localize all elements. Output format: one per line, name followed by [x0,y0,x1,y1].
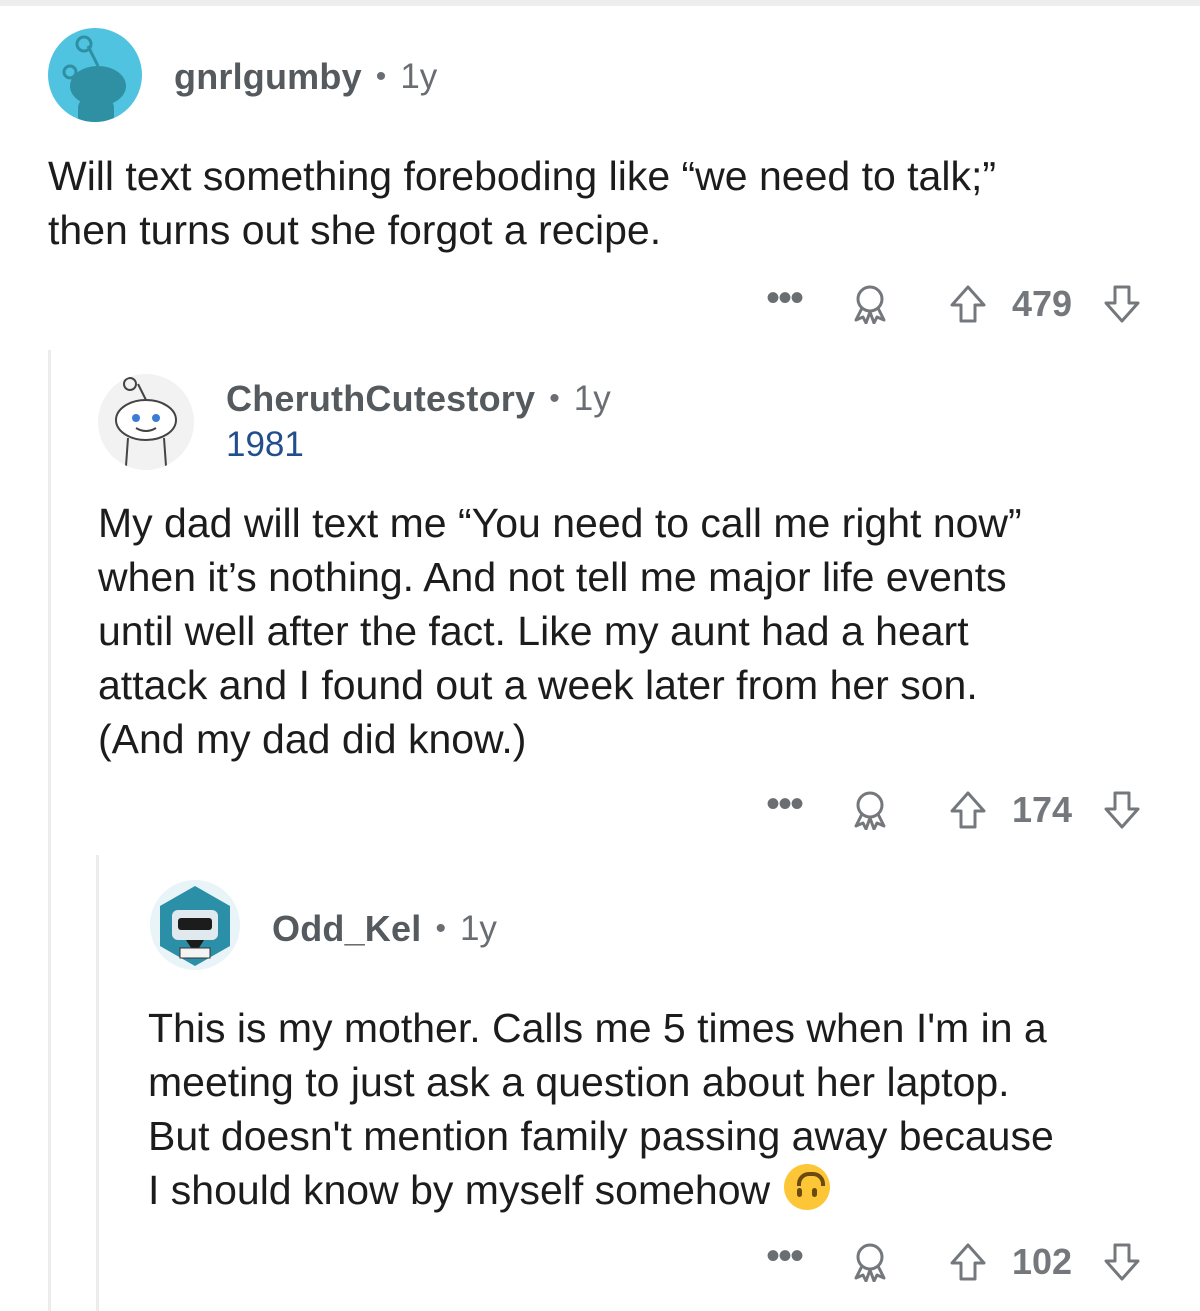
comment-body-line: I should know by myself somehow [148,1163,1054,1217]
comment-age: 1y [573,379,611,418]
vote-score: 174 [1011,789,1073,830]
user-flair: 1981 [226,425,304,464]
comment-body-line: My dad will text me “You need to call me… [98,500,1022,546]
comment-body-line: meeting to just ask a question about her… [148,1059,1010,1105]
comment-age: 1y [400,57,438,96]
comment-age: 1y [459,909,497,948]
username[interactable]: Odd_Kel [272,908,421,950]
separator-dot: • [375,60,387,93]
more-options-icon[interactable]: ••• [754,274,814,322]
award-icon[interactable] [846,280,894,328]
comment-body: My dad will text me “You need to call me… [98,496,1022,766]
comment-body-line: attack and I found out a week later from… [98,662,978,708]
comment-body-line: Will text something foreboding like “we … [48,153,997,199]
upside-down-face-emoji [784,1164,831,1210]
downvote-arrow-icon[interactable] [1100,786,1144,834]
comment-body: This is my mother. Calls me 5 times when… [148,1001,1054,1217]
username[interactable]: CheruthCutestory [226,378,535,420]
downvote-arrow-icon[interactable] [1100,280,1144,328]
snoo-avatar-icon [115,377,177,467]
avatar[interactable] [98,374,194,470]
comment-body-line: when it’s nothing. And not tell me major… [98,554,1007,600]
upvote-arrow-icon[interactable] [946,786,990,834]
comment-body-line: until well after the fact. Like my aunt … [98,608,969,654]
downvote-arrow-icon[interactable] [1100,1238,1144,1286]
snoo-avatar-icon [62,35,126,122]
comment-body: Will text something foreboding like “we … [48,149,996,257]
comment-body-line: This is my mother. Calls me 5 times when… [148,1005,1047,1051]
vote-score: 102 [1011,1241,1073,1282]
avatar[interactable] [150,880,240,970]
more-options-icon[interactable]: ••• [754,1232,814,1280]
comment-cheruthcutestory: CheruthCutestory • 1y 1981 My dad will t… [0,340,1200,840]
upvote-arrow-icon[interactable] [946,1238,990,1286]
vote-score: 479 [1011,283,1073,324]
comment-actions: ••• 174 [740,782,1160,834]
comment-actions: ••• 479 [740,276,1160,328]
separator-dot: • [549,382,560,415]
comment-body-line: then turns out she forgot a recipe. [48,207,662,253]
comment-body-text: I should know by myself somehow [148,1167,771,1213]
comment-body-line: (And my dad did know.) [98,716,527,762]
comment-gnrlgumby: gnrlgumby • 1y Will text something foreb… [0,0,1200,340]
upvote-arrow-icon[interactable] [946,280,990,328]
comment-actions: ••• 102 [740,1234,1160,1286]
award-icon[interactable] [846,1238,894,1286]
more-options-icon[interactable]: ••• [754,780,814,828]
avatar[interactable] [48,28,142,122]
award-icon[interactable] [846,786,894,834]
comment-body-line: But doesn't mention family passing away … [148,1113,1054,1159]
comment-odd-kel: Odd_Kel • 1y This is my mother. Calls me… [0,850,1200,1311]
username[interactable]: gnrlgumby [174,56,362,98]
separator-dot: • [435,912,446,945]
robot-avatar-icon [160,886,230,966]
